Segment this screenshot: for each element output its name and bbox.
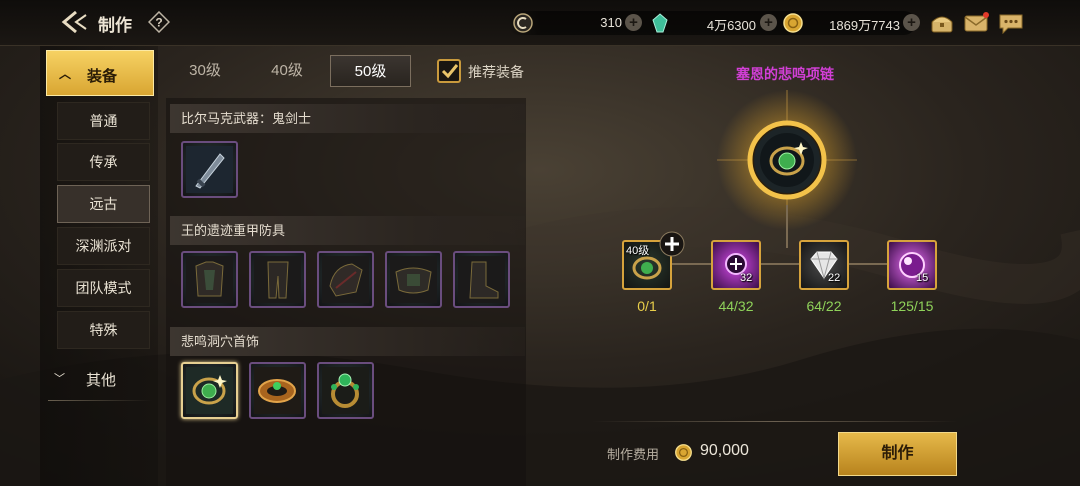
item-slot-necklace[interactable] — [181, 362, 238, 419]
sidebar-item-abyss-party[interactable]: 深渊派对 — [57, 227, 150, 265]
svg-text:?: ? — [155, 16, 162, 30]
material-slot-purple-orb[interactable] — [711, 240, 761, 290]
sidebar-divider — [48, 400, 152, 401]
tab-level-50[interactable]: 50级 — [330, 55, 411, 87]
item-slot-armor-boots[interactable] — [453, 251, 510, 308]
ring-icon — [322, 367, 369, 414]
footer-divider — [592, 421, 958, 422]
item-slot-armor-shoulder[interactable] — [317, 251, 374, 308]
add-currency-2-button[interactable]: + — [760, 14, 777, 31]
craft-fee-label: 制作费用 — [607, 447, 660, 462]
back-arrow-icon[interactable] — [60, 9, 90, 35]
item-slot-ring[interactable] — [317, 362, 374, 419]
sword-icon — [186, 146, 233, 193]
tab-level-30[interactable]: 30级 — [170, 55, 240, 87]
page-title: 制作 — [98, 16, 132, 35]
sidebar-item-normal[interactable]: 普通 — [57, 102, 150, 140]
category-other-label: 其他 — [86, 372, 117, 389]
sidebar-item-legacy[interactable]: 传承 — [57, 143, 150, 181]
category-other[interactable]: ﹀ 其他 — [46, 360, 154, 396]
chest-armor-icon — [186, 256, 233, 303]
sidebar-item-raid-mode[interactable]: 团队模式 — [57, 269, 150, 307]
shoulder-armor-icon — [322, 256, 369, 303]
item-slot-armor-top[interactable] — [181, 251, 238, 308]
bracelet-icon — [254, 367, 301, 414]
craft-button[interactable]: 制作 — [838, 432, 957, 476]
craft-fee-value: 90,000 — [700, 442, 749, 459]
group-header-accessory: 悲鸣洞穴首饰 — [170, 327, 525, 356]
material-2-badge: 32 — [740, 272, 753, 284]
material-4-count: 125/15 — [890, 298, 934, 314]
crest-coin-icon — [513, 13, 533, 33]
material-3-badge: 22 — [828, 272, 841, 284]
category-equipment[interactable]: ︿ 装备 — [46, 50, 154, 96]
material-2-count: 44/32 — [718, 298, 754, 314]
item-slot-armor-belt[interactable] — [385, 251, 442, 308]
category-label: 装备 — [87, 68, 118, 85]
item-slot-armor-legs[interactable] — [249, 251, 306, 308]
green-gem-icon — [652, 13, 668, 33]
mail-icon[interactable] — [963, 12, 989, 34]
recommend-label: 推荐装备 — [468, 64, 524, 80]
treasure-chest-icon[interactable] — [929, 12, 955, 34]
help-icon[interactable]: ? — [148, 11, 170, 33]
gold-coin-icon — [675, 444, 692, 461]
add-currency-1-button[interactable]: + — [625, 14, 642, 31]
currency-3-value: 1869万7743 — [829, 18, 900, 33]
chevron-up-icon: ︿ — [59, 67, 72, 81]
material-level-badge: 40级 — [626, 245, 650, 257]
sidebar-item-special[interactable]: 特殊 — [57, 311, 150, 349]
recommend-checkbox[interactable] — [437, 59, 461, 83]
material-slot-diamond[interactable] — [799, 240, 849, 290]
tab-level-40[interactable]: 40级 — [252, 55, 322, 87]
item-slot-bracelet[interactable] — [249, 362, 306, 419]
material-3-count: 64/22 — [806, 298, 842, 314]
material-4-badge: 15 — [916, 272, 929, 284]
group-header-weapon: 比尔马克武器：鬼剑士 — [170, 104, 525, 133]
necklace-icon — [186, 367, 233, 414]
belt-armor-icon — [390, 256, 437, 303]
material-1-count: 0/1 — [637, 298, 657, 314]
gold-coin-icon — [783, 13, 803, 33]
chevron-down-icon: ﹀ — [54, 373, 65, 385]
result-necklace-icon — [747, 120, 827, 200]
boots-armor-icon — [458, 256, 505, 303]
chat-icon[interactable] — [998, 12, 1024, 34]
group-header-armor: 王的遗迹重甲防具 — [170, 216, 525, 245]
currency-2-value: 4万6300 — [706, 18, 756, 33]
item-slot-weapon[interactable] — [181, 141, 238, 198]
checkmark-icon — [441, 64, 459, 79]
add-currency-3-button[interactable]: + — [903, 14, 920, 31]
leg-armor-icon — [254, 256, 301, 303]
sidebar-item-ancient[interactable]: 远古 — [57, 185, 150, 223]
currency-1-value: 310 — [600, 15, 622, 30]
material-slot-purple-crystal[interactable] — [887, 240, 937, 290]
add-material-icon[interactable] — [659, 231, 685, 257]
recipe-tree — [646, 90, 912, 265]
